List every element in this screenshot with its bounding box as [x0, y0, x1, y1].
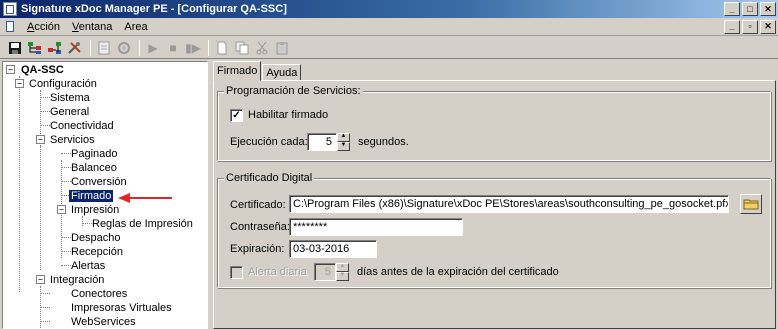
menu-accion[interactable]: Acción — [21, 21, 66, 33]
tree-node-firmado[interactable]: Firmado — [69, 189, 114, 203]
tree-remove-icon[interactable] — [46, 39, 64, 57]
detail-panel: Firmado Ayuda Programación de Servicios:… — [213, 61, 776, 329]
splitter[interactable] — [210, 61, 212, 329]
tree-node-conectores[interactable]: Conectores — [71, 287, 127, 301]
habilitar-firmado-label[interactable]: Habilitar firmado — [248, 109, 328, 121]
collapse-servicios-icon[interactable]: − — [36, 135, 45, 144]
menu-ventana[interactable]: Ventana — [66, 21, 118, 33]
mdi-close-button[interactable]: ✕ — [760, 19, 776, 34]
alerta-suffix: días antes de la expiración del certific… — [357, 266, 559, 278]
stop-icon[interactable]: ■ — [164, 39, 182, 57]
tab-firmado[interactable]: Firmado — [213, 61, 262, 81]
contrasena-label: Contraseña: — [230, 221, 290, 233]
mdi-restore-button[interactable]: ▫ — [742, 19, 758, 34]
tree-node-conectividad[interactable]: Conectividad — [50, 119, 114, 133]
tree-node-root[interactable]: QA-SSC — [21, 63, 64, 77]
tree-node-servicios[interactable]: Servicios — [50, 133, 95, 147]
habilitar-firmado-checkbox[interactable]: ✓ — [230, 109, 243, 122]
expiracion-label: Expiración: — [230, 243, 285, 255]
alerta-diaria-label: Alerta diaria — [248, 266, 307, 278]
ejecucion-spinner[interactable]: ▲ ▼ — [337, 133, 350, 151]
properties-icon[interactable] — [95, 39, 113, 57]
tab-content-firmado: Programación de Servicios: ✓ Habilitar f… — [213, 80, 776, 329]
minimize-button[interactable]: _ — [724, 2, 740, 16]
tab-ayuda[interactable]: Ayuda — [262, 64, 302, 81]
mdi-minimize-button[interactable]: _ — [724, 19, 740, 34]
cut-icon[interactable] — [253, 39, 271, 57]
ejecucion-unit: segundos. — [358, 136, 409, 148]
collapse-configuracion-icon[interactable]: − — [15, 79, 24, 88]
tree-node-impresion[interactable]: Impresión — [71, 203, 119, 217]
group-programacion-legend: Programación de Servicios: — [224, 85, 363, 97]
certificado-label: Certificado: — [230, 199, 286, 211]
expiracion-input[interactable]: 03-03-2016 — [289, 240, 377, 258]
document-icon[interactable] — [3, 20, 17, 34]
collapse-integracion-icon[interactable]: − — [36, 275, 45, 284]
alerta-dias-spinner[interactable]: ▲ ▼ — [336, 263, 349, 281]
tree-node-general[interactable]: General — [50, 105, 89, 119]
certificado-path-input[interactable]: C:\Program Files (x86)\Signature\xDoc PE… — [289, 195, 729, 213]
tree-node-integracion[interactable]: Integración — [50, 273, 104, 287]
tree-node-configuracion[interactable]: Configuración — [29, 77, 97, 91]
menu-bar: Acción Ventana Area _ ▫ ✕ — [0, 18, 778, 36]
contrasena-input[interactable]: ******** — [289, 218, 463, 236]
tree-node-paginado[interactable]: Paginado — [71, 147, 118, 161]
folder-icon — [743, 199, 759, 210]
browse-folder-button[interactable] — [740, 194, 762, 214]
toolbar: ▶ ■ ▮▶ — [0, 37, 778, 59]
group-programacion: Programación de Servicios: ✓ Habilitar f… — [217, 85, 771, 161]
save-icon[interactable] — [6, 39, 24, 57]
ejecucion-label: Ejecución cada: — [230, 136, 308, 148]
alerta-dias-input[interactable]: 5 — [314, 263, 336, 281]
play-icon[interactable]: ▶ — [144, 39, 162, 57]
group-certificado: Certificado Digital Certificado: C:\Prog… — [217, 172, 771, 288]
tree-node-conversion[interactable]: Conversión — [71, 175, 127, 189]
ejecucion-input[interactable]: 5 — [307, 133, 337, 151]
group-certificado-legend: Certificado Digital — [224, 172, 315, 184]
menu-area[interactable]: Area — [118, 21, 153, 33]
config-tree[interactable]: − QA-SSC − Configuración Sistema General… — [2, 61, 208, 329]
settings-icon[interactable] — [115, 39, 133, 57]
collapse-impresion-icon[interactable]: − — [57, 205, 66, 214]
tree-node-sistema[interactable]: Sistema — [50, 91, 90, 105]
tree-node-balanceo[interactable]: Balanceo — [71, 161, 117, 175]
tree-node-impresoras-virtuales[interactable]: Impresoras Virtuales — [71, 301, 172, 315]
tree-node-despacho[interactable]: Despacho — [71, 231, 121, 245]
step-icon[interactable]: ▮▶ — [184, 39, 202, 57]
copy-icon[interactable] — [233, 39, 251, 57]
tree-node-reglas-impresion[interactable]: Reglas de Impresión — [92, 217, 193, 231]
tools-icon[interactable] — [66, 39, 84, 57]
tree-add-icon[interactable] — [26, 39, 44, 57]
close-button[interactable]: ✕ — [760, 2, 776, 16]
document-icon[interactable] — [213, 39, 231, 57]
alerta-diaria-checkbox[interactable] — [230, 266, 243, 279]
collapse-root-icon[interactable]: − — [6, 65, 15, 74]
window-title: Signature xDoc Manager PE - [Configurar … — [21, 3, 287, 15]
tree-node-alertas[interactable]: Alertas — [71, 259, 105, 273]
title-bar: Signature xDoc Manager PE - [Configurar … — [0, 0, 778, 18]
maximize-button[interactable]: □ — [742, 2, 758, 16]
annotation-arrow-icon — [118, 193, 172, 203]
paste-icon[interactable] — [273, 39, 291, 57]
tree-node-webservices[interactable]: WebServices — [71, 315, 136, 328]
app-icon — [3, 2, 17, 16]
tree-node-recepcion[interactable]: Recepción — [71, 245, 123, 259]
